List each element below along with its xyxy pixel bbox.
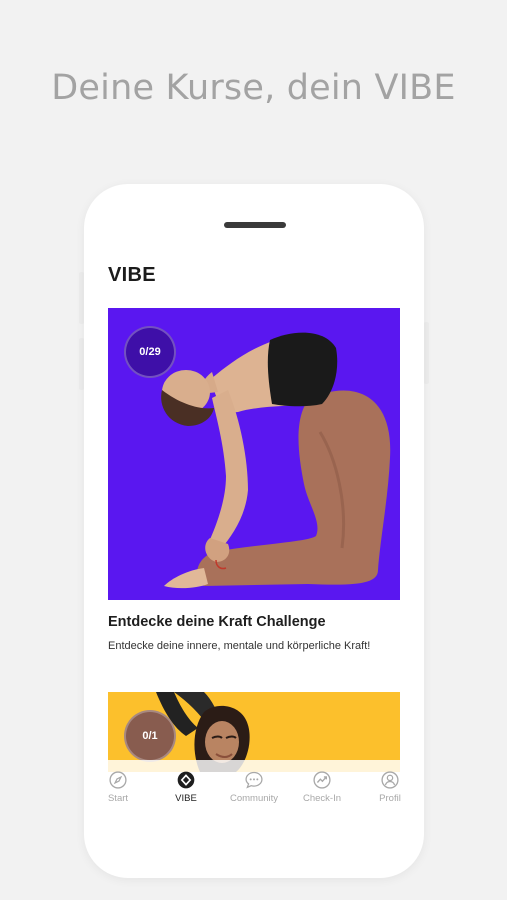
tab-label: Profil	[379, 793, 401, 804]
trend-chart-icon	[313, 771, 331, 789]
tab-check-in[interactable]: Check-In	[290, 760, 354, 804]
tab-community[interactable]: Community	[222, 760, 286, 804]
course-progress-ring: 0/29	[124, 326, 176, 378]
bottom-tab-bar: Start VIBE Community Check-In Profil	[84, 760, 424, 810]
promo-headline: Deine Kurse, dein VIBE	[51, 68, 456, 108]
tab-label: Start	[107, 793, 129, 804]
tab-start[interactable]: Start	[86, 760, 150, 804]
course-card-image[interactable]: 0/29	[108, 308, 400, 600]
tab-profil[interactable]: Profil	[358, 760, 422, 804]
tab-label: Community	[229, 793, 279, 804]
chat-bubble-icon	[245, 771, 263, 789]
course-title[interactable]: Entdecke deine Kraft Challenge	[108, 614, 326, 630]
compass-icon	[109, 771, 127, 789]
phone-frame: VIBE 0/29 Entdecke deine Kraft Challenge…	[84, 184, 424, 878]
phone-speaker	[224, 222, 286, 228]
tab-vibe[interactable]: VIBE	[154, 760, 218, 804]
tab-label: VIBE	[175, 793, 197, 804]
user-icon	[381, 771, 399, 789]
app-title: VIBE	[108, 264, 156, 286]
course-description: Entdecke deine innere, mentale und körpe…	[108, 640, 371, 652]
tab-label: Check-In	[302, 793, 341, 804]
vibe-logo-icon	[177, 771, 195, 789]
phone-side-button	[424, 322, 429, 384]
course-progress-ring: 0/1	[124, 710, 176, 762]
